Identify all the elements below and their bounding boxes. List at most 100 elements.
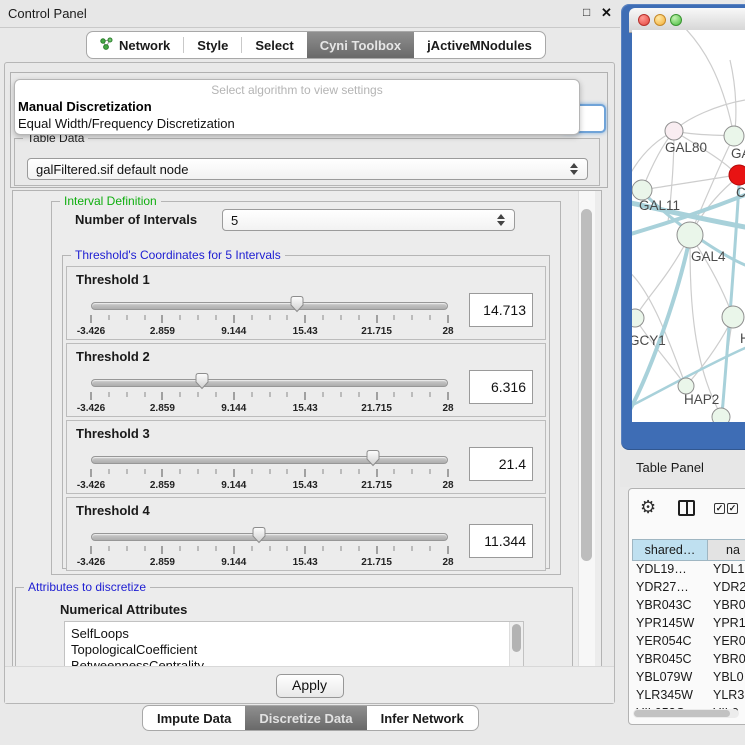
algorithm-dropdown-popup: Select algorithm to view settings Manual…	[14, 79, 580, 135]
attribute-list-item[interactable]: TopologicalCoefficient	[71, 642, 523, 658]
columns-icon[interactable]	[678, 500, 695, 516]
threshold-panel: Threshold 1 -3.4262.8599.14415.4321.7152…	[66, 266, 546, 340]
spinner-arrows-icon	[497, 214, 505, 226]
tick-mark	[108, 392, 109, 397]
tick-mark	[91, 392, 92, 400]
vertical-scrollbar[interactable]	[578, 191, 595, 667]
cell-name: YBL0	[713, 670, 744, 684]
tick-mark	[287, 469, 288, 474]
dropdown-option-manual-discretization[interactable]: Manual Discretization	[18, 99, 152, 114]
list-scrollbar[interactable]	[509, 622, 523, 670]
slider-track[interactable]	[91, 456, 448, 464]
tick-mark	[412, 315, 413, 320]
table-row[interactable]: YDR27…YDR2	[632, 579, 745, 597]
tick-mark	[233, 546, 234, 554]
cell-shared-name: YDL19…	[636, 562, 687, 576]
table-row[interactable]: YER054C YER0	[632, 633, 745, 651]
tick-mark	[233, 469, 234, 477]
tick-mark	[340, 392, 341, 397]
attributes-group: Attributes to discretize Numerical Attri…	[15, 587, 573, 670]
zoom-traffic-light-icon[interactable]	[670, 14, 682, 26]
horizontal-scrollbar[interactable]	[633, 709, 739, 718]
tick-mark	[251, 469, 252, 474]
slider-thumb[interactable]	[366, 449, 381, 467]
threshold-value-field[interactable]: 11.344	[469, 524, 533, 558]
tab-cyni-toolbox[interactable]: Cyni Toolbox	[307, 32, 414, 58]
horizontal-scrollbar-thumb[interactable]	[634, 710, 730, 717]
tab-jactivemnodules[interactable]: jActiveMNodules	[414, 32, 545, 58]
tick-mark	[394, 546, 395, 551]
label-gcy1: GCY1	[632, 333, 666, 348]
network-view-window[interactable]: GAL80 GA C GAL11 GAL4 GCY1 H HAP2	[621, 4, 745, 450]
vertical-scrollbar-thumb[interactable]	[581, 209, 592, 561]
table-data-combobox[interactable]: galFiltered.sif default node	[27, 158, 588, 180]
slider-track[interactable]	[91, 379, 448, 387]
threshold-slider[interactable]: -3.4262.8599.14415.4321.71528	[91, 526, 448, 566]
tab-style[interactable]: Style	[184, 32, 241, 58]
column-header-shared-name[interactable]: shared…	[632, 539, 708, 561]
numerical-attributes-list[interactable]: SelfLoopsTopologicalCoefficientBetweenne…	[64, 621, 524, 670]
table-row[interactable]: YDL19…YDL1	[632, 561, 745, 579]
tick-mark	[180, 315, 181, 320]
network-canvas[interactable]: GAL80 GA C GAL11 GAL4 GCY1 H HAP2	[632, 30, 745, 422]
tick-label: 2.859	[150, 403, 175, 414]
cell-shared-name: YER054C	[636, 634, 692, 648]
tab-network[interactable]: Network	[87, 32, 183, 58]
table-row[interactable]: YLR345WYLR3	[632, 687, 745, 705]
panel-title: Control Panel	[8, 6, 87, 21]
table-body: YDL19…YDL1YDR27…YDR2YBR043CYBR0YPR145WYP…	[632, 561, 745, 709]
threshold-value-field[interactable]: 21.4	[469, 447, 533, 481]
apply-button[interactable]: Apply	[276, 674, 344, 698]
tick-mark	[108, 315, 109, 320]
column-header-name[interactable]: na	[708, 539, 745, 561]
float-window-icon[interactable]: □	[583, 5, 590, 19]
list-scrollbar-thumb[interactable]	[512, 624, 521, 652]
dropdown-option-equal-width[interactable]: Equal Width/Frequency Discretization	[18, 116, 235, 131]
attribute-list-item[interactable]: SelfLoops	[71, 626, 523, 642]
tick-mark	[340, 315, 341, 320]
table-row[interactable]: YPR145WYPR1	[632, 615, 745, 633]
gear-icon[interactable]: ⚙	[640, 497, 656, 517]
minimize-traffic-light-icon[interactable]	[654, 14, 666, 26]
tick-mark	[412, 546, 413, 551]
slider-track[interactable]	[91, 533, 448, 541]
table-row[interactable]: YBR043CYBR0	[632, 597, 745, 615]
tick-mark	[305, 546, 306, 554]
tab-select[interactable]: Select	[242, 32, 306, 58]
checkbox-icon[interactable]: ✓	[727, 503, 738, 514]
table-row[interactable]: YBR045CYBR0	[632, 651, 745, 669]
slider-thumb[interactable]	[194, 372, 209, 390]
cell-name: YBR0	[713, 652, 745, 666]
tick-mark	[162, 392, 163, 400]
label-right-mid-partial: H	[740, 331, 745, 346]
tab-infer-network[interactable]: Infer Network	[367, 706, 478, 730]
tick-mark	[91, 469, 92, 477]
cell-name: YER0	[713, 634, 745, 648]
table-row[interactable]: YBL079WYBL0	[632, 669, 745, 687]
tick-mark	[126, 469, 127, 474]
close-traffic-light-icon[interactable]	[638, 14, 650, 26]
tab-discretize-data[interactable]: Discretize Data	[245, 706, 366, 730]
close-panel-icon[interactable]: ✕	[601, 5, 612, 21]
slider-thumb[interactable]	[290, 295, 305, 313]
tick-label: 15.43	[293, 326, 318, 337]
slider-thumb[interactable]	[251, 526, 266, 544]
table-panel-box: ⚙ ✓ ✓ shared… na YDL19…YDL1YDR27…YDR2YBR…	[628, 488, 745, 725]
threshold-slider[interactable]: -3.4262.8599.14415.4321.71528	[91, 449, 448, 489]
threshold-value-field[interactable]: 14.713	[469, 293, 533, 327]
tick-label: 21.715	[361, 557, 392, 568]
threshold-slider[interactable]: -3.4262.8599.14415.4321.71528	[91, 295, 448, 335]
tab-impute-data[interactable]: Impute Data	[143, 706, 245, 730]
interval-definition-group: Interval Definition Number of Intervals …	[51, 201, 561, 575]
threshold-value-field[interactable]: 6.316	[469, 370, 533, 404]
threshold-slider[interactable]: -3.4262.8599.14415.4321.71528	[91, 372, 448, 412]
label-gal11: GAL11	[639, 198, 680, 213]
slider-tick-labels: -3.4262.8599.14415.4321.71528	[91, 326, 448, 338]
checkbox-icon[interactable]: ✓	[714, 503, 725, 514]
table-header-row: shared… na	[632, 539, 745, 561]
number-of-intervals-value: 5	[231, 213, 238, 228]
tick-mark	[251, 315, 252, 320]
slider-track[interactable]	[91, 302, 448, 310]
number-of-intervals-combobox[interactable]: 5	[222, 209, 515, 231]
tick-mark	[233, 392, 234, 400]
